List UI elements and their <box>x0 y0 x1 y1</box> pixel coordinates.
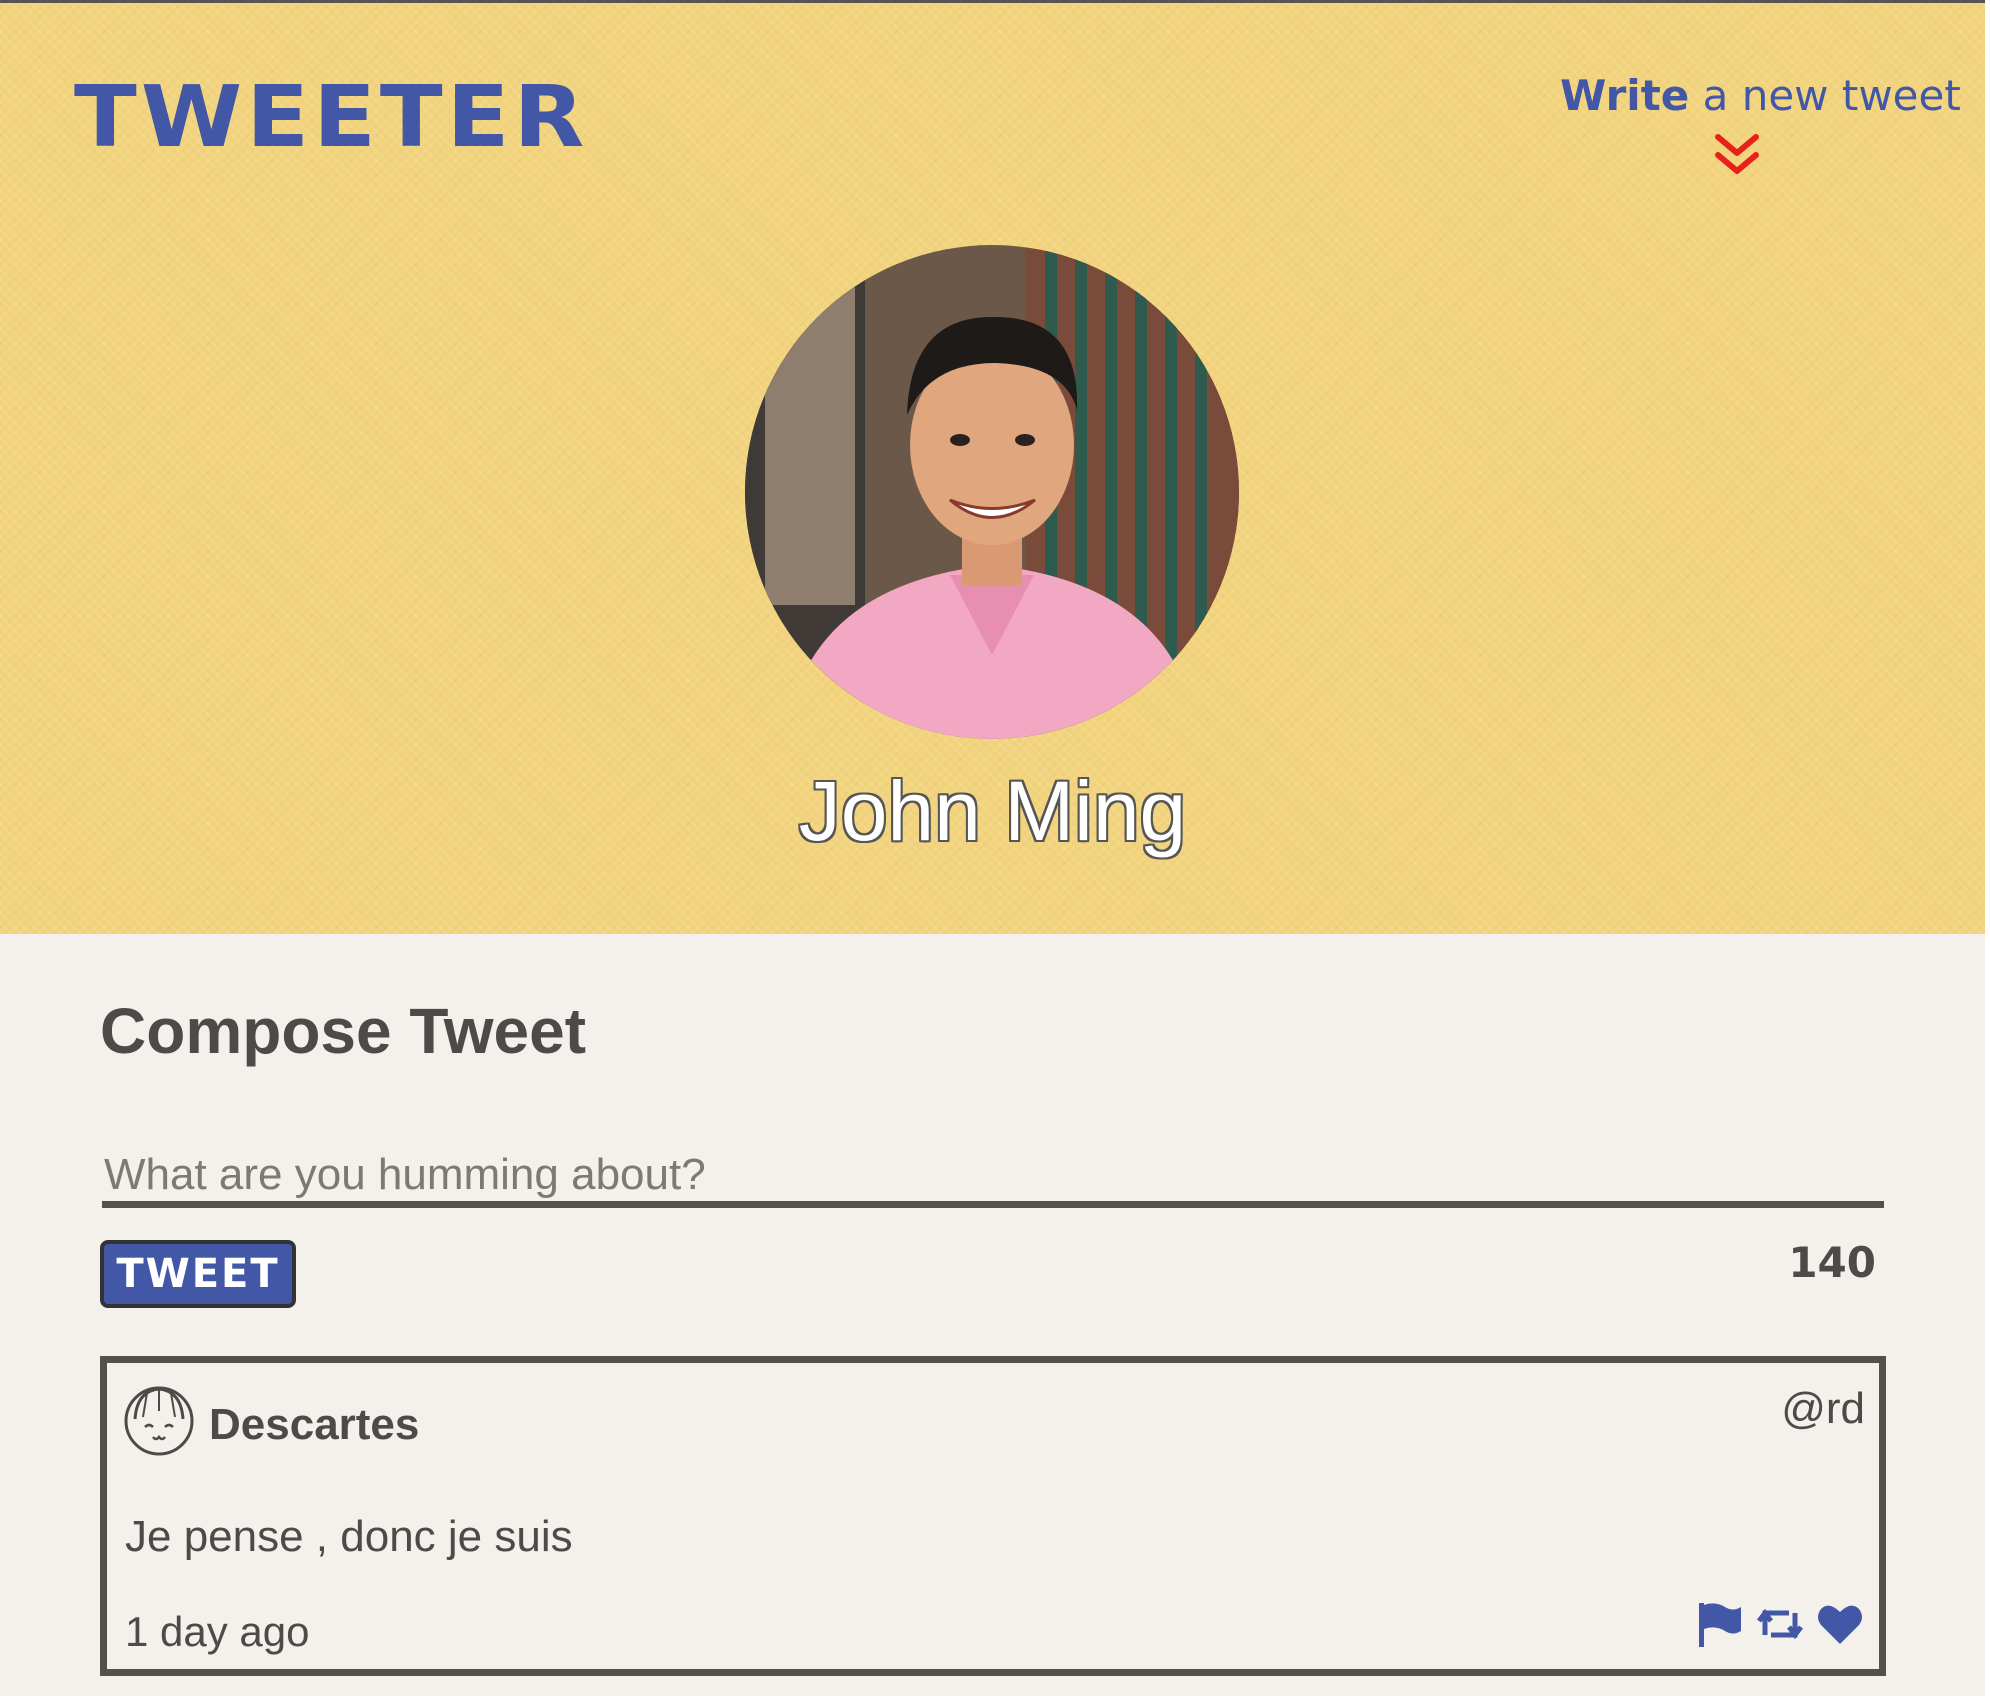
double-chevron-down-icon[interactable] <box>1712 133 1762 177</box>
tweet-author-handle: @rd <box>1781 1384 1865 1433</box>
site-logo[interactable]: TWEETER <box>74 75 588 160</box>
heart-icon[interactable] <box>1815 1599 1865 1649</box>
tweet-author-name: Descartes <box>209 1400 420 1449</box>
write-link-rest: a new tweet <box>1689 71 1961 120</box>
tweet-actions <box>1695 1599 1865 1649</box>
tweet-text-input[interactable] <box>102 1148 1884 1208</box>
tweet-card: Descartes @rd Je pense , donc je suis 1 … <box>100 1356 1886 1676</box>
compose-title: Compose Tweet <box>100 995 586 1067</box>
retweet-icon[interactable] <box>1755 1599 1805 1649</box>
write-link-bold: Write <box>1560 71 1690 120</box>
character-counter: 140 <box>1788 1238 1876 1287</box>
page-header: TWEETER Write a new tweet John Ming <box>0 3 1985 934</box>
right-gutter <box>1985 0 1990 1696</box>
cartoon-face-icon <box>124 1386 194 1456</box>
write-new-tweet-link[interactable]: Write a new tweet <box>1560 75 1961 117</box>
flag-icon[interactable] <box>1695 1599 1745 1649</box>
profile-name: John Ming <box>798 764 1187 858</box>
tweet-timestamp: 1 day ago <box>125 1608 310 1655</box>
profile-avatar <box>745 245 1239 739</box>
tweet-submit-button[interactable]: TWEET <box>100 1240 296 1308</box>
tweet-body: Je pense , donc je suis <box>125 1512 573 1561</box>
